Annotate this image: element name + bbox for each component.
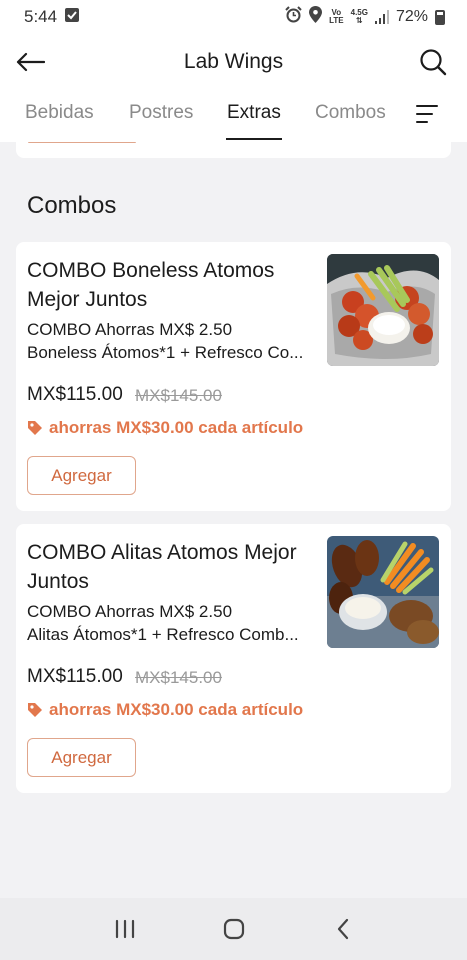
search-button[interactable] [417, 44, 449, 80]
section-title: Combos [27, 192, 117, 219]
product-card[interactable]: COMBO Alitas Atomos Mejor Juntos COMBO A… [16, 524, 451, 793]
status-bar: 5:44 Vo LTE 4.5G ⇅ 72% [0, 0, 467, 34]
saving-text: ahorras MX$30.00 cada artículo [49, 700, 304, 719]
product-card[interactable]: COMBO Boneless Atomos Mejor Juntos COMBO… [16, 242, 451, 511]
tab-bebidas[interactable]: Bebidas [25, 102, 94, 124]
previous-product-card [16, 142, 451, 158]
category-tabs: Bebidas Postres Extras Combos [0, 90, 467, 142]
tag-icon [28, 703, 42, 717]
product-description-line1: COMBO Ahorras MX$ 2.50 [27, 320, 233, 339]
product-old-price: MX$145.00 [135, 668, 222, 687]
recent-apps-icon [115, 919, 134, 939]
product-description-line2: Boneless Átomos*1 + Refresco Co... [27, 343, 304, 362]
back-button[interactable] [12, 44, 48, 80]
add-button[interactable]: Agregar [27, 456, 136, 495]
recent-apps-button[interactable] [105, 909, 145, 949]
home-button[interactable] [214, 909, 254, 949]
add-button[interactable]: Agregar [27, 738, 136, 777]
product-description-line1: COMBO Ahorras MX$ 2.50 [27, 602, 233, 621]
active-tab-indicator [226, 138, 282, 140]
previous-card-button-edge [28, 142, 136, 143]
status-left: 5:44 [24, 7, 80, 27]
signal-bars-icon [374, 10, 389, 24]
status-time: 5:44 [24, 7, 58, 26]
status-right: Vo LTE 4.5G ⇅ 72% [285, 6, 445, 28]
page-title: Lab Wings [183, 50, 284, 73]
product-price: MX$115.00 [27, 666, 123, 687]
battery-percent: 72% [395, 8, 428, 25]
saving-badge: ahorras MX$30.00 cada artículo [27, 418, 303, 438]
product-description-line2: Alitas Átomos*1 + Refresco Comb... [27, 625, 299, 644]
tab-postres[interactable]: Postres [129, 102, 193, 124]
arrow-left-icon [16, 52, 45, 72]
product-old-price: MX$145.00 [135, 386, 222, 405]
category-menu-button[interactable] [416, 104, 438, 124]
product-name: COMBO Alitas Atomos Mejor Juntos [27, 541, 297, 593]
alarm-icon [285, 6, 302, 28]
volte-bottom: LTE [329, 16, 344, 25]
home-icon [223, 918, 244, 940]
saving-text: ahorras MX$30.00 cada artículo [49, 418, 304, 437]
product-name: COMBO Boneless Atomos Mejor Juntos [27, 259, 275, 311]
tag-icon [28, 421, 42, 435]
saving-badge: ahorras MX$30.00 cada artículo [27, 700, 303, 720]
menu-lines-icon [416, 105, 438, 123]
battery-icon [435, 9, 445, 25]
data-indicator: 4.5G ⇅ [351, 9, 368, 25]
location-icon [309, 6, 323, 28]
tab-combos[interactable]: Combos [315, 102, 386, 124]
system-back-button[interactable] [323, 909, 363, 949]
search-icon [420, 49, 447, 76]
product-image-alitas[interactable] [327, 536, 439, 648]
system-navigation-bar [0, 898, 467, 960]
product-price: MX$115.00 [27, 384, 123, 405]
app-header: Lab Wings [0, 34, 467, 90]
tab-extras[interactable]: Extras [227, 102, 281, 124]
notification-check-icon [65, 7, 80, 27]
product-image-boneless[interactable] [327, 254, 439, 366]
chevron-left-icon [337, 918, 348, 940]
volte-indicator: Vo LTE [329, 9, 344, 25]
data-arrows-icon: ⇅ [355, 16, 363, 25]
